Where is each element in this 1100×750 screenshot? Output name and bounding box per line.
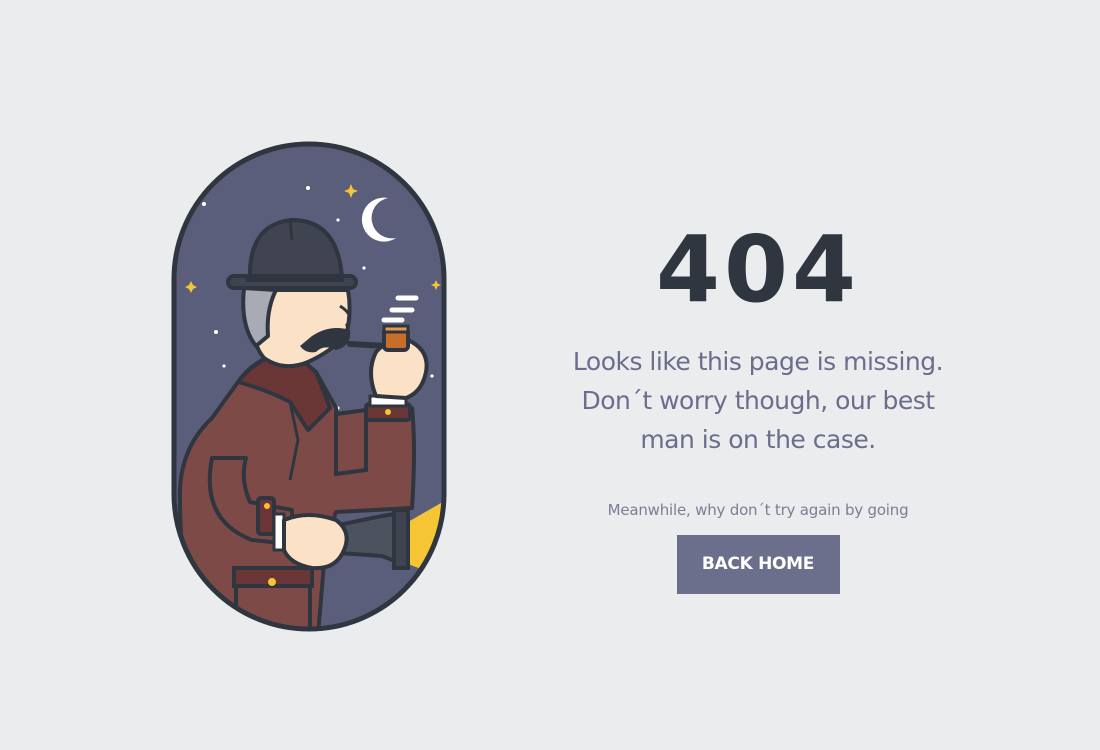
detective-illustration bbox=[171, 141, 447, 632]
error-message-line: Don´t worry though, our best bbox=[581, 386, 935, 415]
error-content: 404 Looks like this page is missing. Don… bbox=[548, 218, 968, 594]
hint-text: Meanwhile, why don´t try again by going bbox=[607, 501, 909, 519]
back-home-button[interactable]: BACK HOME bbox=[676, 535, 840, 594]
not-found-page: 404 Looks like this page is missing. Don… bbox=[0, 0, 1100, 750]
error-message-line: man is on the case. bbox=[640, 425, 876, 454]
error-message-line: Looks like this page is missing. bbox=[572, 347, 944, 376]
error-message: Looks like this page is missing. Don´t w… bbox=[548, 342, 968, 459]
raised-arm bbox=[334, 407, 368, 477]
error-code: 404 bbox=[655, 216, 861, 323]
lower-hand bbox=[282, 513, 349, 571]
